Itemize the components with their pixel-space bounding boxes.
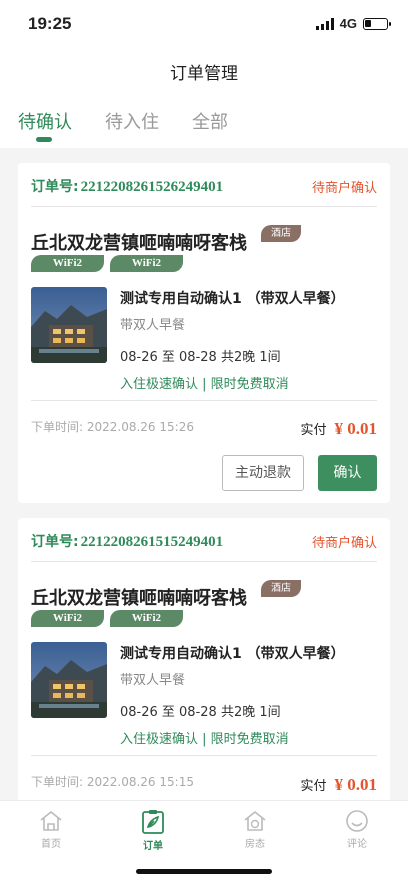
paid-amount-group: 实付 ¥ 0.01 [300,775,377,795]
order-icon [142,810,164,834]
divider [31,400,377,401]
hotel-type-badge: 酒店 [261,580,301,597]
tabbar-label: 订单 [143,841,163,852]
order-header: 订单号: 2212208261526249401 待商户确认 [31,174,377,198]
stay-dates: 08-26 至 08-28 共2晚 1间 [120,350,281,365]
status-indicators: 4G [315,16,391,31]
order-time: 下单时间: 2022.08.26 15:26 [31,420,194,434]
tabbar-item-comments[interactable]: 评论 [327,809,387,850]
paid-amount: ¥ 0.01 [334,419,378,438]
refund-button[interactable]: 主动退款 [222,455,304,491]
bottom-tab-bar: 首页 订单 房态 评论 [0,800,408,883]
order-list[interactable]: 订单号: 2212208261526249401 待商户确认 丘北双龙营镇咂喃喃呀… [0,148,408,800]
battery-icon [363,17,391,30]
hotel-thumbnail [31,287,107,363]
booking-policy: 入住极速确认 | 限时免费取消 [120,732,289,747]
status-time: 19:25 [28,14,72,33]
order-number-value: 2212208261526249401 [80,179,224,195]
hotel-name: 丘北双龙营镇咂喃喃呀客栈 [31,588,247,609]
divider [31,561,377,562]
amenity-tag: WiFi2 [31,610,104,627]
tab-pending-confirm[interactable]: 待确认 [18,108,72,134]
confirm-button[interactable]: 确认 [318,455,377,491]
tabbar-label: 首页 [41,839,61,850]
order-status: 待商户确认 [311,180,377,196]
stay-dates: 08-26 至 08-28 共2晚 1间 [120,705,281,720]
active-tab-indicator [36,137,52,142]
paid-amount-group: 实付 ¥ 0.01 [300,419,377,439]
order-number-label: 订单号: [31,179,79,195]
room-subtitle: 带双人早餐 [120,318,186,333]
room-status-icon [244,811,266,831]
home-indicator [136,869,272,874]
room-subtitle: 带双人早餐 [120,673,186,688]
order-status: 待商户确认 [311,535,377,551]
hotel-thumbnail [31,642,107,718]
tab-all[interactable]: 全部 [192,108,228,134]
tabbar-item-orders[interactable]: 订单 [123,809,183,852]
divider [31,206,377,207]
amenity-tag: WiFi2 [31,255,104,272]
order-time: 下单时间: 2022.08.26 15:15 [31,775,194,789]
battery-level [365,19,371,27]
amenity-tag: WiFi2 [110,610,183,627]
room-title: 测试专用自动确认1 （带双人早餐） [120,291,345,307]
comment-icon [346,810,368,832]
tabbar-label: 房态 [245,839,265,850]
order-number-value: 2212208261515249401 [80,534,224,550]
order-number: 订单号: 2212208261526249401 [31,176,223,196]
tab-pending-checkin[interactable]: 待入住 [105,108,159,134]
hotel-type-badge: 酒店 [261,225,301,242]
status-bar: 19:25 4G [0,0,408,50]
order-card[interactable]: 订单号: 2212208261526249401 待商户确认 丘北双龙营镇咂喃喃呀… [18,163,390,503]
booking-policy: 入住极速确认 | 限时免费取消 [120,377,289,392]
order-header: 订单号: 2212208261515249401 待商户确认 [31,529,377,553]
paid-amount: ¥ 0.01 [334,775,378,794]
tabbar-label: 评论 [347,839,367,850]
page-title: 订单管理 [170,63,238,84]
tabbar-item-home[interactable]: 首页 [21,809,81,850]
divider [31,755,377,756]
hotel-name: 丘北双龙营镇咂喃喃呀客栈 [31,233,247,254]
nav-bar: 订单管理 [0,50,408,92]
order-tabs: 待确认 待入住 全部 [0,92,408,148]
home-icon [40,811,62,831]
order-number: 订单号: 2212208261515249401 [31,531,223,551]
amenity-tag: WiFi2 [110,255,183,272]
room-title: 测试专用自动确认1 （带双人早餐） [120,646,345,662]
paid-label: 实付 [300,423,327,438]
paid-label: 实付 [300,779,327,794]
order-card[interactable]: 订单号: 2212208261515249401 待商户确认 丘北双龙营镇咂喃喃呀… [18,518,390,800]
tabbar-item-room-status[interactable]: 房态 [225,809,285,850]
signal-icon [315,17,334,30]
network-type: 4G [339,16,357,31]
order-number-label: 订单号: [31,534,79,550]
